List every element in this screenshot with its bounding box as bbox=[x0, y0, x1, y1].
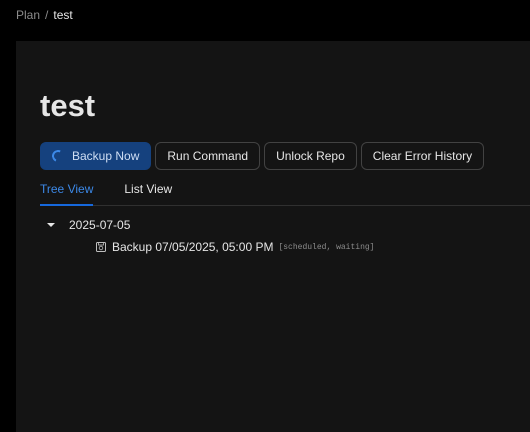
run-command-button[interactable]: Run Command bbox=[155, 142, 261, 170]
view-tabs: Tree View List View bbox=[40, 181, 530, 206]
tree-leaf-backup[interactable]: Backup 07/05/2025, 05:00 PM [scheduled, … bbox=[95, 240, 374, 254]
tab-tree-view[interactable]: Tree View bbox=[40, 181, 94, 206]
caret-down-icon[interactable] bbox=[47, 223, 55, 227]
loading-spinner-icon bbox=[50, 148, 66, 164]
snapshot-icon bbox=[96, 242, 106, 252]
breadcrumb-current: test bbox=[53, 8, 73, 22]
breadcrumb: Plan / test bbox=[16, 8, 73, 22]
clear-error-history-button[interactable]: Clear Error History bbox=[360, 142, 485, 170]
backup-now-label: Backup Now bbox=[72, 149, 140, 163]
page-title: test bbox=[40, 88, 96, 123]
action-bar: Backup Now Run Command Unlock Repo Clear… bbox=[40, 142, 485, 170]
tab-list-view[interactable]: List View bbox=[124, 181, 172, 205]
breadcrumb-separator: / bbox=[45, 8, 49, 22]
tree-group-label: 2025-07-05 bbox=[69, 218, 131, 232]
backup-now-button[interactable]: Backup Now bbox=[40, 142, 152, 170]
tree-leaf-label: Backup 07/05/2025, 05:00 PM bbox=[112, 240, 274, 254]
unlock-repo-button[interactable]: Unlock Repo bbox=[264, 142, 357, 170]
tree-group-node[interactable]: 2025-07-05 bbox=[47, 218, 130, 232]
plan-panel: test Backup Now Run Command Unlock Repo … bbox=[16, 41, 530, 432]
tree-leaf-status: [scheduled, waiting] bbox=[278, 242, 375, 252]
breadcrumb-plan-link[interactable]: Plan bbox=[16, 8, 40, 22]
